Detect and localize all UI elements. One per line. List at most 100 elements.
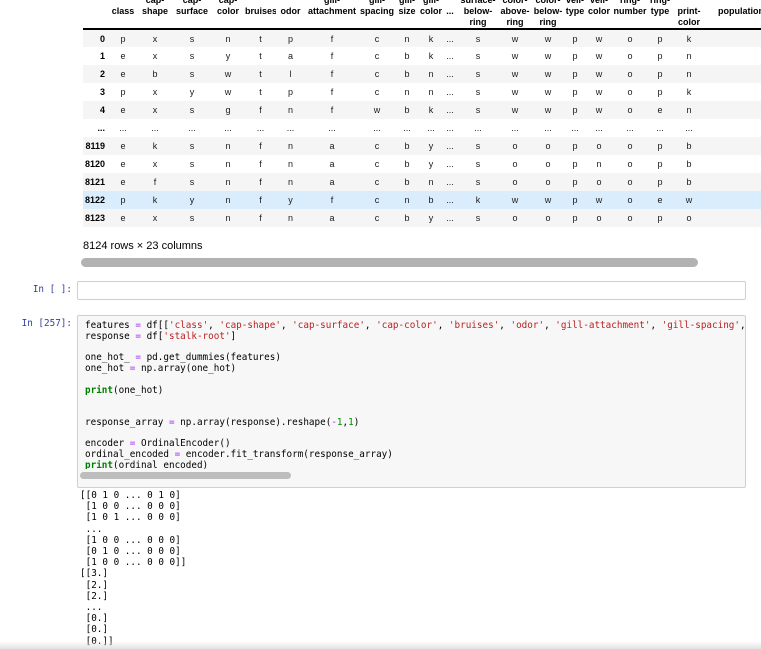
table-cell: n (287, 141, 293, 151)
code-line: response = df['stalk-root'] (85, 330, 237, 342)
table-cell: o (627, 51, 633, 61)
table-cell: c (374, 141, 380, 151)
table-cell: b (152, 69, 158, 79)
col-header-odor: odor (280, 6, 301, 16)
table-cell: ... (373, 123, 381, 133)
table-cell: f (259, 141, 262, 151)
table-cell: e (120, 105, 126, 115)
table-cell: a (329, 141, 335, 151)
table-cell: ... (403, 123, 411, 133)
table-cell: a (329, 177, 335, 187)
table-cell: o (627, 177, 633, 187)
table-cell: x (152, 105, 158, 115)
table-cell: o (512, 177, 518, 187)
table-cell: x (152, 213, 158, 223)
table-cell: p (572, 159, 578, 169)
table-cell: ... (446, 105, 454, 115)
row-index: 8121 (84, 177, 105, 187)
table-row: 3 p x y w t p f c n n... s w w p w o p k (83, 83, 761, 101)
table-cell: y (428, 141, 434, 151)
table-cell: n (287, 177, 293, 187)
row-index: 4 (99, 105, 105, 115)
code-editor-text[interactable]: features = df[['class', 'cap-shape', 'ca… (78, 316, 745, 469)
table-cell: ... (151, 123, 159, 133)
code-line: print(ordinal_encoded) (85, 459, 209, 469)
table-cell: n (596, 159, 602, 169)
table-horizontal-scrollbar[interactable] (81, 258, 698, 267)
table-cell: f (330, 87, 334, 97)
table-cell: t (259, 69, 262, 79)
table-cell: o (545, 177, 551, 187)
table-cell: ... (328, 123, 336, 133)
table-cell: ... (446, 69, 454, 79)
table-cell: w (511, 195, 519, 205)
table-cell: n (225, 213, 231, 223)
table-cell: c (374, 51, 380, 61)
table-cell: f (259, 177, 262, 187)
table-cell: n (428, 87, 434, 97)
table-cell: f (330, 105, 334, 115)
table-cell: p (120, 195, 126, 205)
dataframe-header: class cap-shape cap-surface cap-color br… (83, 0, 761, 29)
table-cell: p (572, 177, 578, 187)
table-cell: p (572, 51, 578, 61)
code-line: response_array = np.array(response).resh… (85, 416, 360, 428)
table-cell (705, 101, 761, 119)
code-horizontal-scrollbar[interactable] (80, 472, 291, 479)
table-cell: o (596, 141, 602, 151)
table-cell: w (595, 69, 603, 79)
index-column-header (83, 0, 109, 29)
table-cell: w (595, 195, 603, 205)
table-cell: o (512, 159, 518, 169)
table-cell: e (120, 141, 126, 151)
cell-output-text: [[0 1 0 ... 0 1 0] [1 0 0 ... 0 0 0] [1 … (80, 490, 187, 647)
table-cell: f (330, 69, 334, 79)
table-cell: n (225, 195, 231, 205)
col-header-class: class (111, 6, 135, 16)
row-index: 1 (99, 51, 105, 61)
table-cell: p (572, 33, 578, 44)
table-row: 8120 e x s n f n a c b y... s o o p n o p b (83, 155, 761, 173)
table-cell: w (595, 87, 603, 97)
table-cell: w (511, 69, 519, 79)
col-header-stalk-surface-below-ring: surface-below-ring (460, 0, 496, 27)
table-cell: ... (544, 123, 552, 133)
table-cell: ... (685, 123, 693, 133)
table-cell: f (259, 195, 262, 205)
table-cell: k (686, 87, 692, 97)
table-cell: b (686, 141, 692, 151)
col-header-population: population (718, 6, 761, 16)
table-cell: o (627, 141, 633, 151)
col-header-ring-number: ring-number (613, 0, 647, 16)
table-row: 8122 p k y n f y f c n b... k w w p w o e w (83, 191, 761, 209)
table-cell: ... (446, 33, 454, 44)
table-cell: p (657, 213, 663, 223)
table-cell (705, 155, 761, 173)
table-cell: s (189, 33, 195, 44)
col-header-gill-attachment: gill-attachment (307, 0, 356, 16)
table-cell: e (120, 51, 126, 61)
table-cell: s (475, 33, 481, 44)
table-cell: s (189, 141, 195, 151)
table-cell: o (596, 177, 602, 187)
table-cell: n (428, 69, 434, 79)
table-cell: k (686, 33, 692, 44)
table-cell: w (511, 33, 519, 44)
table-cell: a (287, 51, 293, 61)
scrollbar-thumb[interactable] (81, 258, 698, 267)
table-cell: f (330, 195, 334, 205)
dataframe-table: class cap-shape cap-surface cap-color br… (83, 0, 761, 227)
empty-code-input[interactable] (77, 281, 746, 300)
col-header-ring-type: ring-type (650, 0, 670, 16)
table-cell: p (657, 33, 663, 44)
table-cell: b (428, 195, 434, 205)
col-header-spore-print-color: print-color (677, 6, 701, 27)
table-cell: g (225, 105, 231, 115)
table-cell: ... (256, 123, 265, 133)
table-cell: k (428, 33, 434, 44)
code-input-area[interactable]: features = df[['class', 'cap-shape', 'ca… (77, 315, 746, 488)
table-cell: b (404, 159, 410, 169)
table-cell: ... (119, 123, 127, 133)
code-line: print(one_hot) (85, 384, 164, 396)
table-cell (705, 83, 761, 101)
